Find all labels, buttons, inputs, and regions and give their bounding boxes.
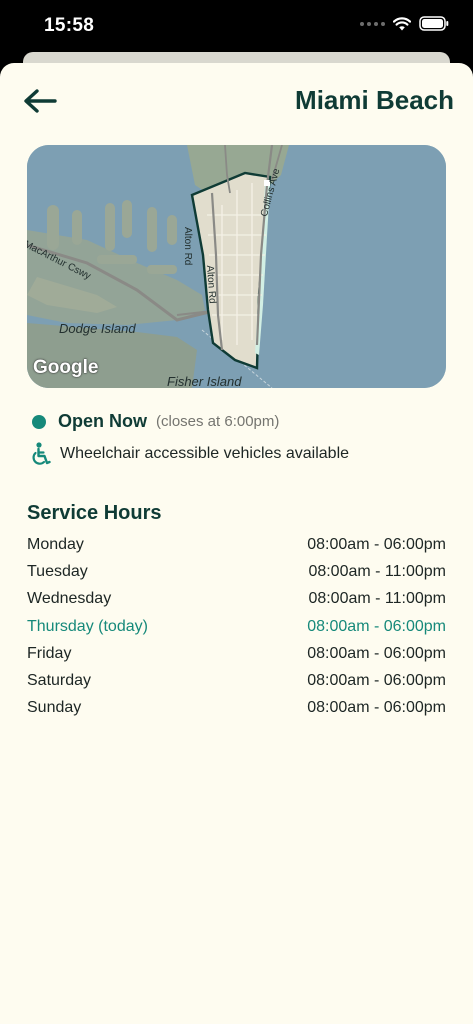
hours-row-saturday: Saturday 08:00am - 06:00pm <box>27 670 446 697</box>
hours-row-tuesday: Tuesday 08:00am - 11:00pm <box>27 561 446 588</box>
day-label: Sunday <box>27 699 82 717</box>
wheelchair-icon <box>32 442 51 465</box>
hours-value: 08:00am - 06:00pm <box>307 699 446 717</box>
hours-row-thursday-today: Thursday (today) 08:00am - 06:00pm <box>27 616 446 643</box>
day-label: Thursday (today) <box>27 617 148 635</box>
hours-value: 08:00am - 06:00pm <box>307 644 446 662</box>
hours-row-monday: Monday 08:00am - 06:00pm <box>27 534 446 561</box>
hours-value: 08:00am - 06:00pm <box>307 536 446 553</box>
status-bar: 15:58 <box>0 0 473 54</box>
hours-value: 08:00am - 11:00pm <box>308 563 446 581</box>
hours-value: 08:00am - 06:00pm <box>307 617 446 635</box>
wifi-icon <box>393 16 411 30</box>
open-status: Open Now (closes at 6:00pm) <box>32 411 279 432</box>
hours-row-wednesday: Wednesday 08:00am - 11:00pm <box>27 588 446 615</box>
google-logo: Google <box>33 357 99 378</box>
battery-icon <box>419 16 449 31</box>
back-button[interactable] <box>22 87 58 115</box>
service-hours-list: Monday 08:00am - 06:00pm Tuesday 08:00am… <box>27 534 446 724</box>
detail-sheet: Miami Beach Alton Rd Alton Rd Collins Av… <box>0 63 473 1024</box>
day-label: Wednesday <box>27 590 112 608</box>
status-time: 15:58 <box>44 15 95 36</box>
page-title: Miami Beach <box>295 85 454 115</box>
day-label: Monday <box>27 536 84 553</box>
closes-at-text: (closes at 6:00pm) <box>156 413 280 430</box>
hours-row-sunday: Sunday 08:00am - 06:00pm <box>27 697 446 724</box>
map-label-fisher-island: Fisher Island <box>167 374 242 388</box>
hours-value: 08:00am - 06:00pm <box>307 671 446 689</box>
day-label: Saturday <box>27 671 92 689</box>
map-canvas <box>27 145 446 388</box>
map-label-dodge-island: Dodge Island <box>59 321 136 336</box>
accessibility-text: Wheelchair accessible vehicles available <box>60 445 350 462</box>
map-label-alton-rd-1: Alton Rd <box>182 227 193 266</box>
cellular-signal-icon <box>360 21 385 26</box>
day-label: Friday <box>27 644 72 662</box>
service-hours-title: Service Hours <box>27 502 162 524</box>
open-now-label: Open Now <box>58 411 147 431</box>
hours-row-friday: Friday 08:00am - 06:00pm <box>27 643 446 670</box>
accessibility-info: Wheelchair accessible vehicles available <box>29 442 349 466</box>
back-arrow-icon <box>24 89 57 113</box>
service-area-map[interactable]: Alton Rd Alton Rd Collins Ave MacArthur … <box>27 145 446 388</box>
open-status-dot <box>32 414 46 429</box>
hours-value: 08:00am - 11:00pm <box>308 590 446 608</box>
status-indicators <box>360 16 449 31</box>
day-label: Tuesday <box>27 563 88 581</box>
